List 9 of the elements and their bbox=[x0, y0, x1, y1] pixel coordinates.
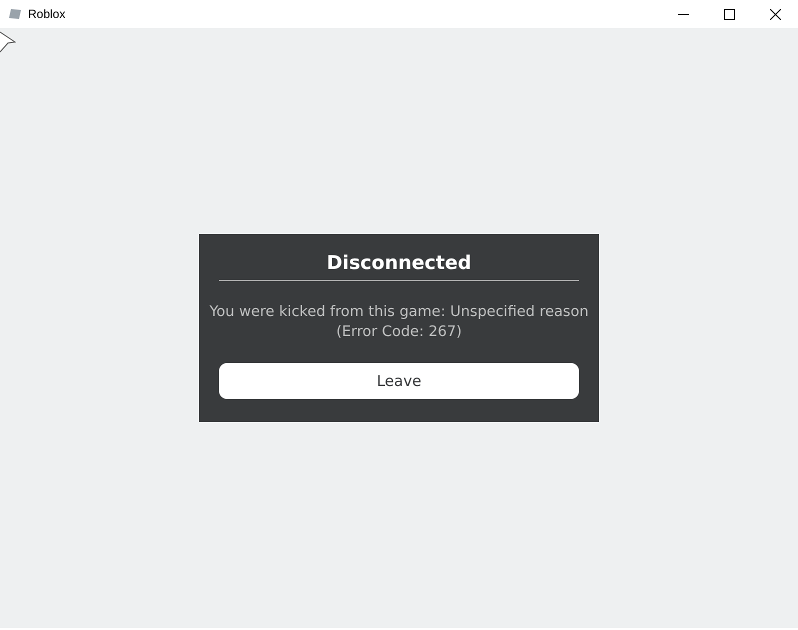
error-code: (Error Code: 267) bbox=[336, 323, 462, 342]
close-icon bbox=[770, 8, 780, 20]
maximize-icon bbox=[724, 8, 734, 20]
app-icon bbox=[8, 8, 22, 20]
leave-button[interactable]: Leave bbox=[219, 363, 579, 399]
window-title: Roblox bbox=[28, 7, 66, 21]
dialog-title: Disconnected bbox=[326, 251, 472, 276]
dialog-message: You were kicked from this game: Unspecified reason bbox=[209, 303, 589, 322]
cursor-icon bbox=[0, 30, 16, 54]
